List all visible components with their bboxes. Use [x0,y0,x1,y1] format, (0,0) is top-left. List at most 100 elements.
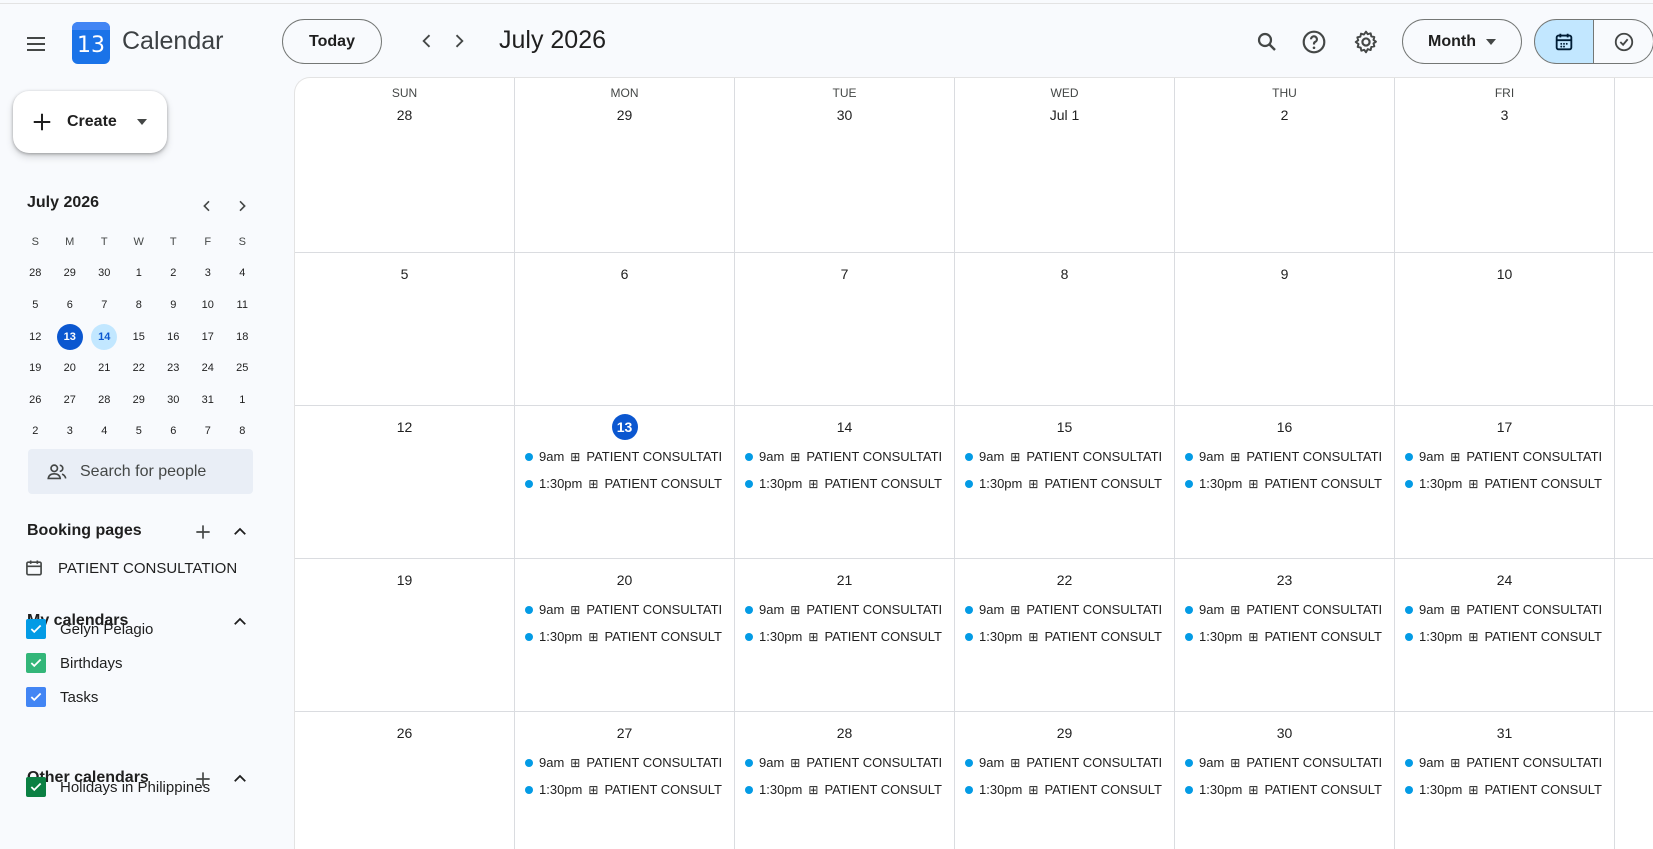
mini-calendar-day[interactable]: 7 [191,416,226,448]
my-calendar-item[interactable]: Tasks [26,687,98,707]
day-number[interactable]: 30 [1272,720,1298,746]
event-chip[interactable]: 1:30pm ⊞ PATIENT CONSULT [525,470,728,497]
event-chip[interactable]: 9am ⊞ PATIENT CONSULTATI [1185,749,1388,776]
day-cell[interactable]: 21 9am ⊞ PATIENT CONSULTATI 1:30pm ⊞ PATIENT C… [735,559,955,712]
event-chip[interactable]: 9am ⊞ PATIENT CONSULTATI [1405,443,1608,470]
mini-calendar-day[interactable]: 12 [18,321,53,353]
event-chip[interactable]: 9am ⊞ PATIENT CONSULTATI [965,596,1168,623]
event-chip[interactable]: 1:30pm ⊞ PATIENT CONSULT [1185,470,1388,497]
day-number[interactable]: 16 [1272,414,1298,440]
mini-calendar-day[interactable]: 19 [18,352,53,384]
mini-calendar-day[interactable]: 6 [156,416,191,448]
mini-calendar-day[interactable]: 28 [18,258,53,290]
day-cell[interactable]: 29 9am ⊞ PATIENT CONSULTATI 1:30pm ⊞ PATIENT C… [955,712,1175,849]
day-cell[interactable]: 19 [295,559,515,712]
day-number[interactable]: 5 [392,261,418,287]
create-button[interactable]: Create [13,91,167,153]
event-chip[interactable]: 1:30pm ⊞ PATIENT CONSULT [525,776,728,803]
day-cell[interactable]: 8 [955,253,1175,406]
mini-calendar-day[interactable]: 6 [53,289,88,321]
search-button[interactable] [1249,24,1285,60]
collapse-my-calendars-button[interactable] [228,610,252,634]
event-chip[interactable]: 1:30pm ⊞ PATIENT CONSULT [525,623,728,650]
day-number[interactable]: 12 [392,414,418,440]
day-cell[interactable]: 30 9am ⊞ PATIENT CONSULTATI 1:30pm ⊞ PATIENT C… [1175,712,1395,849]
event-chip[interactable]: 9am ⊞ PATIENT CONSULTATI [745,596,948,623]
day-number[interactable]: 15 [1052,414,1078,440]
my-calendar-item[interactable]: Birthdays [26,653,123,673]
other-calendar-item[interactable]: Holidays in Philippines [26,777,210,797]
collapse-other-calendars-button[interactable] [228,767,252,791]
checkbox-checked-icon[interactable] [26,653,46,673]
mini-calendar-day[interactable]: 2 [156,258,191,290]
main-menu-button[interactable] [16,24,56,64]
mini-calendar-day[interactable]: 8 [122,289,157,321]
day-cell[interactable]: 23 9am ⊞ PATIENT CONSULTATI 1:30pm ⊞ PATIENT C… [1175,559,1395,712]
mini-calendar-day[interactable]: 24 [191,352,226,384]
view-switcher-dropdown[interactable]: Month [1402,19,1522,64]
event-chip[interactable]: 9am ⊞ PATIENT CONSULTATI [525,443,728,470]
event-chip[interactable]: 9am ⊞ PATIENT CONSULTATI [525,596,728,623]
day-cell[interactable]: 6 [515,253,735,406]
day-number[interactable]: Jul 1 [1050,104,1080,126]
app-title[interactable]: Calendar [122,27,223,56]
mini-calendar-day[interactable]: 15 [122,321,157,353]
event-chip[interactable]: 9am ⊞ PATIENT CONSULTATI [525,749,728,776]
mini-calendar-day[interactable]: 9 [156,289,191,321]
event-chip[interactable]: 9am ⊞ PATIENT CONSULTATI [745,443,948,470]
mini-calendar-day[interactable]: 14 [87,321,122,353]
next-period-button[interactable] [442,24,476,58]
event-chip[interactable]: 9am ⊞ PATIENT CONSULTATI [1405,596,1608,623]
day-cell[interactable]: 28 9am ⊞ PATIENT CONSULTATI 1:30pm ⊞ PATIENT C… [735,712,955,849]
day-number[interactable]: 17 [1492,414,1518,440]
event-chip[interactable]: 1:30pm ⊞ PATIENT CONSULT [1405,623,1608,650]
mini-calendar-day[interactable]: 30 [87,258,122,290]
checkbox-checked-icon[interactable] [26,687,46,707]
day-cell[interactable]: FRI 3 [1395,78,1615,253]
day-number[interactable]: 13 [611,414,638,440]
mini-calendar-day[interactable]: 27 [53,384,88,416]
event-chip[interactable]: 9am ⊞ PATIENT CONSULTATI [965,749,1168,776]
day-number[interactable]: 21 [832,567,858,593]
mini-calendar-day[interactable]: 4 [87,416,122,448]
mini-calendar-day[interactable]: 5 [122,416,157,448]
day-cell[interactable]: 26 [295,712,515,849]
mini-calendar-day[interactable]: 20 [53,352,88,384]
mini-calendar-day[interactable]: 28 [87,384,122,416]
day-cell[interactable] [1615,78,1653,253]
event-chip[interactable]: 1:30pm ⊞ PATIENT CONSULT [1405,776,1608,803]
mini-calendar-day[interactable]: 29 [122,384,157,416]
mini-calendar-day[interactable]: 23 [156,352,191,384]
mini-calendar-prev-button[interactable] [195,194,219,218]
add-booking-page-button[interactable] [191,520,215,544]
mini-calendar-day[interactable]: 26 [18,384,53,416]
event-chip[interactable]: 1:30pm ⊞ PATIENT CONSULT [1185,623,1388,650]
mini-calendar-day[interactable]: 7 [87,289,122,321]
day-cell[interactable]: 15 9am ⊞ PATIENT CONSULTATI 1:30pm ⊞ PATIENT C… [955,406,1175,559]
day-cell[interactable]: 12 [295,406,515,559]
day-cell[interactable]: 5 [295,253,515,406]
mini-calendar-day[interactable]: 31 [191,384,226,416]
mini-calendar-day[interactable]: 16 [156,321,191,353]
day-number[interactable]: 29 [612,104,638,126]
day-number[interactable]: 10 [1492,261,1518,287]
today-button[interactable]: Today [282,19,382,64]
day-cell[interactable]: 7 [735,253,955,406]
mini-calendar-day[interactable]: 13 [53,321,88,353]
mini-calendar-day[interactable]: 30 [156,384,191,416]
help-button[interactable] [1296,24,1332,60]
calendar-logo-icon[interactable]: 13 [72,22,110,64]
day-number[interactable]: 8 [1052,261,1078,287]
event-chip[interactable]: 1:30pm ⊞ PATIENT CONSULT [745,776,948,803]
day-number[interactable]: 6 [612,261,638,287]
event-chip[interactable]: 1:30pm ⊞ PATIENT CONSULT [745,623,948,650]
mini-calendar-day[interactable]: 5 [18,289,53,321]
collapse-booking-pages-button[interactable] [228,520,252,544]
day-cell[interactable]: 10 [1395,253,1615,406]
day-number[interactable]: 23 [1272,567,1298,593]
day-number[interactable]: 22 [1052,567,1078,593]
mini-calendar-day[interactable]: 1 [122,258,157,290]
mini-calendar-day[interactable]: 11 [225,289,260,321]
mini-calendar-next-button[interactable] [230,194,254,218]
mini-calendar-day[interactable]: 4 [225,258,260,290]
